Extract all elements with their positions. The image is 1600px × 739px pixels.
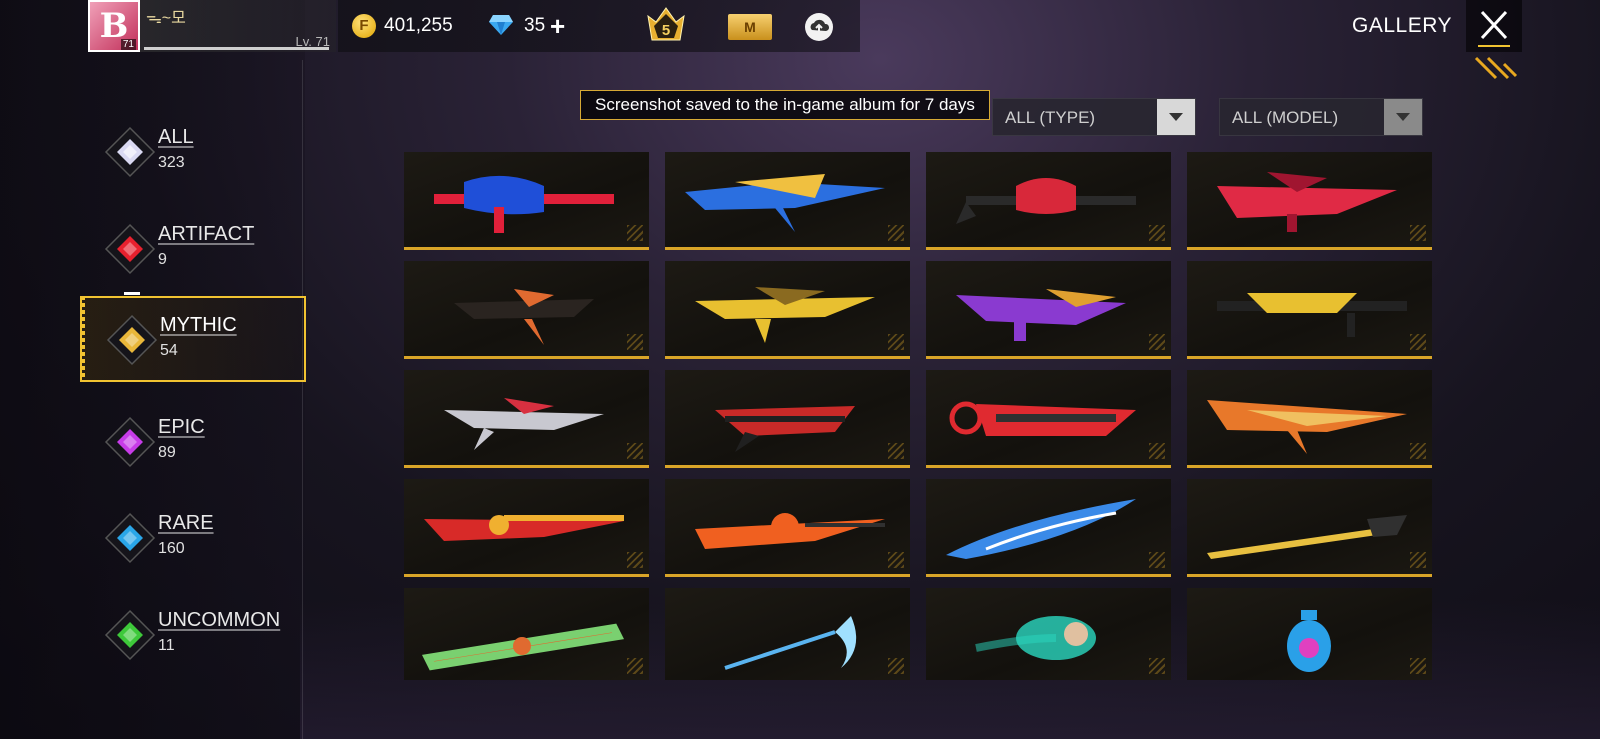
close-icon <box>1478 10 1510 47</box>
chevron-down-icon[interactable] <box>1384 99 1422 135</box>
pass-label: M <box>744 19 756 35</box>
all-rarity-gem-icon <box>104 126 156 178</box>
selection-tick <box>124 292 140 295</box>
close-button[interactable] <box>1466 0 1522 52</box>
epic-gem-icon <box>104 416 156 468</box>
gallery-item-tile[interactable] <box>1187 261 1432 359</box>
ice-scythe-melee-icon <box>724 616 857 670</box>
gallery-item-tile[interactable] <box>404 370 649 468</box>
player-profile[interactable]: B 71 ᯓ~모 Lv. 71 <box>88 0 336 52</box>
gallery-item-tile[interactable] <box>404 479 649 577</box>
category-label: ARTIFACT <box>158 223 255 245</box>
topup-plus-button[interactable]: + <box>550 11 565 42</box>
category-count: 9 <box>158 251 167 268</box>
diamond-balance: 35 <box>524 15 546 36</box>
player-name: ᯓ~모 <box>146 10 186 27</box>
gallery-item-tile[interactable] <box>926 479 1171 577</box>
panel-divider <box>302 60 303 739</box>
red-gold-flame-rifle-icon <box>424 515 624 541</box>
membership-pass-icon[interactable]: M <box>728 14 772 40</box>
avatar[interactable]: B 71 <box>88 0 140 52</box>
page-title: GALLERY <box>1352 14 1452 37</box>
category-epic[interactable]: EPIC 89 <box>100 400 300 486</box>
blue-ice-blade-icon <box>946 499 1136 559</box>
category-label: UNCOMMON <box>158 609 281 631</box>
category-count: 160 <box>158 540 185 557</box>
category-label: MYTHIC <box>160 314 237 336</box>
gallery-item-tile[interactable] <box>404 261 649 359</box>
gallery-item-tile[interactable] <box>926 588 1171 680</box>
gallery-item-tile[interactable] <box>1187 152 1432 250</box>
category-label: EPIC <box>158 416 205 438</box>
red-skull-smg-icon <box>956 178 1136 224</box>
gallery-item-tile[interactable] <box>404 152 649 250</box>
gallery-item-tile[interactable] <box>1187 479 1432 577</box>
blue-gold-blade-rifle-icon <box>685 174 885 232</box>
category-count: 11 <box>158 637 175 654</box>
uncommon-gem-icon <box>104 609 156 661</box>
gallery-item-tile[interactable] <box>404 588 649 680</box>
diamond-icon <box>489 15 513 35</box>
gallery-item-tile[interactable] <box>665 261 910 359</box>
category-count: 54 <box>160 342 178 359</box>
category-label: RARE <box>158 512 214 534</box>
red-dragon-cannon-icon <box>949 401 1136 436</box>
dark-orange-spiked-rifle-icon <box>454 289 594 345</box>
category-count: 89 <box>158 444 176 461</box>
gold-black-sniper-icon <box>1217 293 1407 337</box>
fire-gold-rifle-icon <box>1207 400 1407 454</box>
chevron-down-icon[interactable] <box>1157 99 1195 135</box>
orange-flame-blade-gun-icon <box>695 513 885 549</box>
currency-bar: F 401,255 35 + 5 M <box>338 0 860 52</box>
category-mythic[interactable]: MYTHIC 54 <box>80 296 306 382</box>
gallery-item-tile[interactable] <box>926 152 1171 250</box>
type-filter-value: ALL (TYPE) <box>1005 108 1096 127</box>
gold-blade-rifle-icon <box>695 287 875 343</box>
screenshot-saved-toast: Screenshot saved to the in-game album fo… <box>580 90 990 120</box>
gallery-item-tile[interactable] <box>1187 588 1432 680</box>
red-crystal-rifle-icon <box>1217 172 1397 232</box>
gold-coin-icon: F <box>352 14 376 38</box>
golden-spear-icon <box>1207 515 1407 559</box>
red-black-shotgun-icon <box>715 406 855 452</box>
mythic-gem-icon <box>106 314 158 366</box>
gallery-item-tile[interactable] <box>665 479 910 577</box>
corner-accent <box>1474 56 1518 80</box>
gallery-item-tile[interactable] <box>665 370 910 468</box>
rolling-pin-melee-icon <box>421 623 625 671</box>
coin-balance: 401,255 <box>384 15 453 36</box>
silver-red-spiked-rifle-icon <box>444 398 604 450</box>
xp-bar <box>144 47 329 50</box>
category-artifact[interactable]: ARTIFACT 9 <box>100 207 300 293</box>
purple-gold-smg-icon <box>956 289 1126 341</box>
gallery-item-tile[interactable] <box>926 261 1171 359</box>
category-all[interactable]: ALL 323 <box>100 110 300 196</box>
rare-gem-icon <box>104 512 156 564</box>
cloud-sync-icon[interactable] <box>804 12 834 42</box>
teal-energy-orb-icon <box>975 616 1096 660</box>
gallery-item-tile[interactable] <box>926 370 1171 468</box>
type-filter-dropdown[interactable]: ALL (TYPE) <box>992 98 1196 136</box>
model-filter-dropdown[interactable]: ALL (MODEL) <box>1219 98 1423 136</box>
gallery-item-tile[interactable] <box>665 588 910 680</box>
artifact-gem-icon <box>104 223 156 275</box>
rank-number: 5 <box>662 22 670 39</box>
neon-grenade-icon <box>1287 610 1331 672</box>
category-rare[interactable]: RARE 160 <box>100 496 300 582</box>
model-filter-value: ALL (MODEL) <box>1232 108 1339 127</box>
category-label: ALL <box>158 126 194 148</box>
blue-monster-rifle-icon <box>434 175 614 233</box>
category-count: 323 <box>158 154 185 171</box>
rank-badge-icon[interactable]: 5 <box>644 4 688 48</box>
gallery-item-tile[interactable] <box>665 152 910 250</box>
avatar-level: 71 <box>120 39 136 50</box>
category-uncommon[interactable]: UNCOMMON 11 <box>100 593 300 679</box>
gallery-item-tile[interactable] <box>1187 370 1432 468</box>
